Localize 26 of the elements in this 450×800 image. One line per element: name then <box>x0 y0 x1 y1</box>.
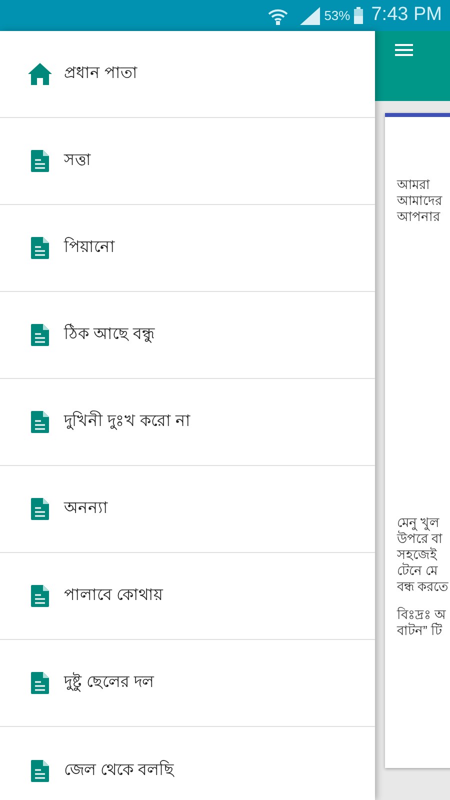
paragraph-text: মেনু খুল উপরে বা সহজেই টেনে মে বন্ধ করতে <box>397 515 450 595</box>
paragraph-text: আমরা আমাদের আপনার <box>397 176 444 225</box>
drawer-item[interactable]: ঠিক আছে বন্ধু <box>0 292 375 379</box>
document-icon <box>31 760 49 782</box>
document-icon <box>31 585 49 607</box>
drawer-item[interactable]: অনন্যা <box>0 466 375 553</box>
paragraph-text: বিঃদ্রঃ অ বাটন” টি <box>397 607 447 639</box>
document-icon <box>31 237 49 259</box>
drawer-item[interactable]: প্রধান পাতা <box>0 31 375 118</box>
document-icon <box>31 411 49 433</box>
drawer-item[interactable]: জেল থেকে বলছি <box>0 727 375 800</box>
menu-icon[interactable] <box>395 43 413 57</box>
home-icon <box>28 62 52 86</box>
battery-icon <box>354 7 364 24</box>
signal-icon <box>300 6 320 24</box>
drawer-item[interactable]: দুষ্টু ছেলের দল <box>0 640 375 727</box>
drawer-item[interactable]: সত্তা <box>0 118 375 205</box>
clock-time: 7:43 PM <box>371 3 442 28</box>
drawer-item[interactable]: পালাবে কোথায় <box>0 553 375 640</box>
drawer-item[interactable]: পিয়ানো <box>0 205 375 292</box>
document-icon <box>31 672 49 694</box>
drawer-item[interactable]: দুখিনী দুঃখ করো না <box>0 379 375 466</box>
document-icon <box>31 498 49 520</box>
document-icon <box>31 324 49 346</box>
document-icon <box>31 150 49 172</box>
battery-percent: 53% <box>324 6 350 25</box>
